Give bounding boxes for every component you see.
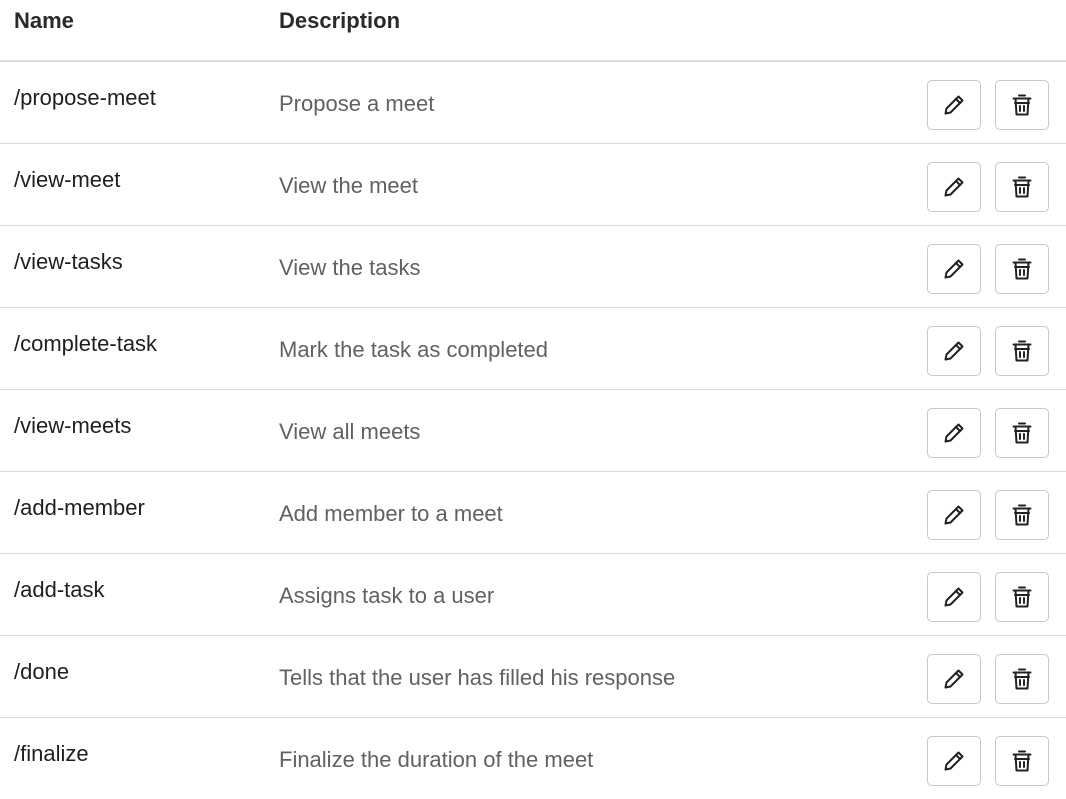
pencil-icon (942, 339, 966, 363)
command-name: /view-meet (14, 167, 121, 192)
trash-icon (1010, 584, 1034, 610)
edit-button[interactable] (927, 80, 981, 130)
pencil-icon (942, 667, 966, 691)
command-description: Finalize the duration of the meet (279, 747, 594, 772)
trash-icon (1010, 748, 1034, 774)
trash-icon (1010, 502, 1034, 528)
table-row: /propose-meet Propose a meet (0, 62, 1066, 144)
table-row: /add-task Assigns task to a user (0, 554, 1066, 636)
command-name: /done (14, 659, 70, 684)
trash-icon (1010, 256, 1034, 282)
command-description: Tells that the user has filled his respo… (279, 665, 676, 690)
command-name: /view-meets (14, 413, 132, 438)
pencil-icon (942, 175, 966, 199)
pencil-icon (942, 503, 966, 527)
command-description: Assigns task to a user (279, 583, 495, 608)
command-description: View the meet (279, 173, 419, 198)
pencil-icon (942, 585, 966, 609)
delete-button[interactable] (995, 326, 1049, 376)
table-row: /view-meets View all meets (0, 390, 1066, 472)
command-name: /view-tasks (14, 249, 123, 274)
table-header: Name Description (0, 0, 1066, 62)
command-name: /add-task (14, 577, 105, 602)
trash-icon (1010, 338, 1034, 364)
table-row: /add-member Add member to a meet (0, 472, 1066, 554)
command-description: View all meets (279, 419, 421, 444)
edit-button[interactable] (927, 244, 981, 294)
trash-icon (1010, 92, 1034, 118)
command-description: View the tasks (279, 255, 421, 280)
table-row: /complete-task Mark the task as complete… (0, 308, 1066, 390)
command-description: Add member to a meet (279, 501, 503, 526)
trash-icon (1010, 420, 1034, 446)
delete-button[interactable] (995, 572, 1049, 622)
commands-table: Name Description /propose-meet Propose a… (0, 0, 1066, 799)
table-row: /done Tells that the user has filled his… (0, 636, 1066, 718)
command-name: /propose-meet (14, 85, 156, 110)
table-row: /view-meet View the meet (0, 144, 1066, 226)
command-description: Mark the task as completed (279, 337, 549, 362)
delete-button[interactable] (995, 654, 1049, 704)
trash-icon (1010, 666, 1034, 692)
pencil-icon (942, 257, 966, 281)
table-row: /view-tasks View the tasks (0, 226, 1066, 308)
delete-button[interactable] (995, 244, 1049, 294)
delete-button[interactable] (995, 490, 1049, 540)
column-header-name: Name (14, 8, 74, 33)
delete-button[interactable] (995, 408, 1049, 458)
edit-button[interactable] (927, 408, 981, 458)
pencil-icon (942, 749, 966, 773)
column-header-description: Description (279, 8, 401, 33)
delete-button[interactable] (995, 162, 1049, 212)
command-description: Propose a meet (279, 91, 435, 116)
table-row: /finalize Finalize the duration of the m… (0, 718, 1066, 799)
delete-button[interactable] (995, 80, 1049, 130)
trash-icon (1010, 174, 1034, 200)
edit-button[interactable] (927, 654, 981, 704)
pencil-icon (942, 421, 966, 445)
command-name: /finalize (14, 741, 89, 766)
edit-button[interactable] (927, 326, 981, 376)
edit-button[interactable] (927, 572, 981, 622)
command-name: /complete-task (14, 331, 158, 356)
edit-button[interactable] (927, 162, 981, 212)
pencil-icon (942, 93, 966, 117)
command-name: /add-member (14, 495, 145, 520)
edit-button[interactable] (927, 736, 981, 786)
edit-button[interactable] (927, 490, 981, 540)
delete-button[interactable] (995, 736, 1049, 786)
